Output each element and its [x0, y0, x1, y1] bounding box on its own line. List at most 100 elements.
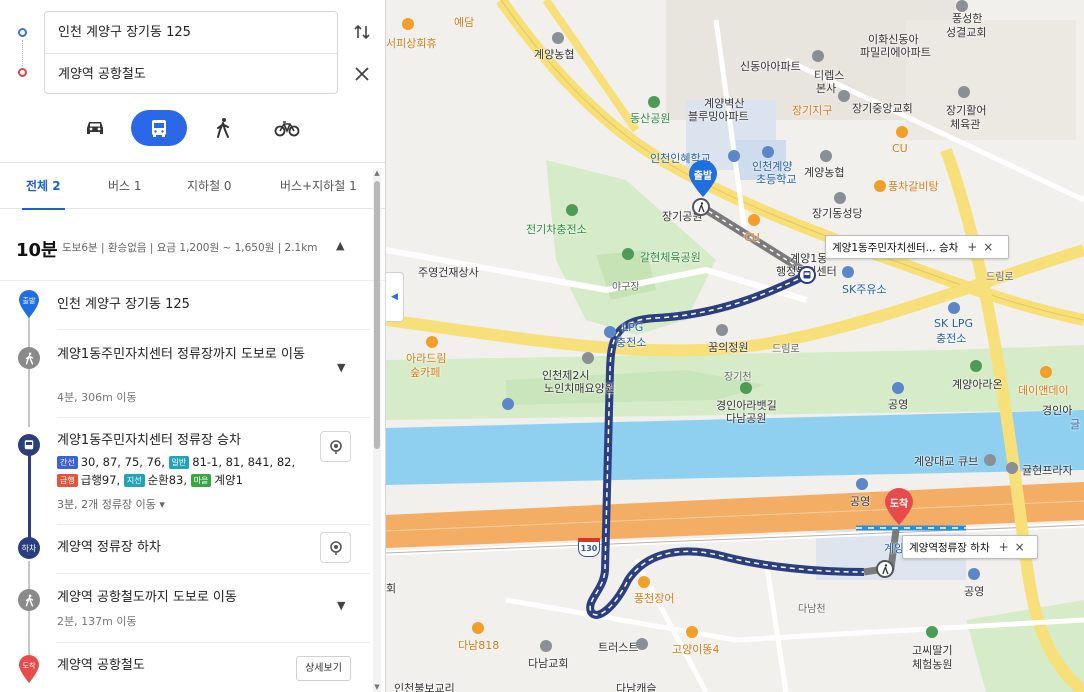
bus-icon	[18, 434, 40, 456]
farm-icon	[926, 626, 938, 638]
school-icon	[728, 150, 740, 162]
general-bus-tag: 일반	[168, 456, 190, 469]
route-summary[interactable]: 10분 도보6분 | 환승없음 | 요금 1,200원 ~ 1,650원 | 2…	[0, 209, 385, 281]
cafe-icon	[686, 626, 698, 638]
tab-bus-subway[interactable]: 버스+지하철 1	[280, 163, 357, 209]
walk-connector	[28, 611, 30, 656]
branch-bus-lines: 순환83,	[147, 473, 188, 487]
map-label: 서피상회휴	[386, 37, 437, 50]
map-label: 체험농원	[912, 658, 953, 671]
map-label: 드림로	[986, 272, 1014, 283]
tab-subway[interactable]: 지하철 0	[187, 163, 232, 209]
tab-bus[interactable]: 버스 1	[108, 163, 142, 209]
map-label: 트러스트	[598, 641, 639, 654]
start-map-pin[interactable]: 출발	[688, 160, 718, 198]
map-label: 동산공원	[630, 112, 671, 125]
step-divider	[57, 524, 370, 525]
restaurant-icon	[638, 576, 650, 588]
location-target-icon	[329, 439, 342, 454]
walk1-sub: 4분, 306m 이동	[57, 391, 137, 404]
start-badge: 출발	[23, 296, 36, 305]
map-label: 갈현체육공원	[640, 251, 701, 264]
bus-stop-marker-icon[interactable]	[798, 266, 816, 284]
map-label: 꿈의정원	[708, 341, 749, 354]
scroll-down-arrow[interactable]: ▼	[374, 683, 380, 691]
chevron-down-icon[interactable]: ▼	[337, 361, 345, 374]
gas-station-icon	[948, 302, 960, 314]
car-mode-button[interactable]	[67, 110, 123, 146]
map-label: 장기천	[724, 372, 752, 383]
walk2-label: 계양역 공항철도까지 도보로 이동	[57, 590, 237, 605]
bus-location-button[interactable]	[320, 431, 351, 462]
plus-icon[interactable]: +	[996, 536, 1012, 558]
end-label: 계양역 공항철도	[57, 658, 145, 673]
walk-start-marker-icon	[692, 198, 710, 216]
destination-dot-icon	[18, 68, 27, 77]
map-label: 글	[1070, 418, 1081, 431]
map-label: 파밀리에아파트	[860, 46, 931, 59]
building-icon	[812, 50, 824, 62]
route-inputs: 인천 계양구 장기동 125 계양역 공항철도	[0, 0, 385, 100]
alight-stop-callout[interactable]: 계양역정류장 하차 + ×	[902, 535, 1038, 559]
alight-label: 계양역 정류장 하차	[57, 540, 161, 555]
plus-icon[interactable]: +	[964, 236, 980, 258]
swap-vertical-icon[interactable]	[350, 20, 374, 44]
tab-all[interactable]: 전체 2	[22, 163, 65, 210]
hospital-icon	[582, 352, 594, 364]
bus-icon	[152, 120, 166, 137]
map-label: 장기동성당	[812, 207, 863, 220]
origin-input[interactable]: 인천 계양구 장기동 125	[45, 12, 337, 53]
bank-icon	[552, 32, 564, 44]
walk-icon	[217, 118, 229, 138]
close-icon[interactable]: ×	[980, 236, 996, 258]
scrollbar-thumb[interactable]	[374, 181, 380, 449]
close-icon[interactable]: ×	[1012, 536, 1028, 558]
car-icon	[87, 122, 103, 134]
park-icon	[622, 248, 634, 260]
map-label: 충전소	[936, 332, 967, 345]
map-label: 초등학교	[756, 173, 797, 186]
chevron-up-icon[interactable]: ▲	[336, 239, 344, 252]
map-label: 풍차갈비탕	[888, 180, 939, 193]
stops-info[interactable]: 3분, 2개 정류장 이동 ▾	[57, 496, 165, 512]
express-bus-lines: 급행97,	[80, 473, 121, 487]
church-icon	[838, 90, 850, 102]
map-label: 본사	[816, 82, 837, 95]
collapse-panel-button[interactable]: ◀	[386, 272, 404, 322]
board-label: 계양1동주민자치센터 정류장 승차	[57, 433, 241, 448]
map-label: 데이앤데이	[1018, 384, 1069, 397]
transit-mode-button[interactable]	[131, 110, 187, 146]
chevron-down-icon[interactable]: ▼	[337, 599, 345, 612]
parking-icon	[968, 568, 980, 580]
camera-icon	[984, 454, 996, 466]
gym-icon	[958, 86, 970, 98]
detail-button[interactable]: 상세보기	[296, 656, 351, 681]
scroll-up-arrow[interactable]: ▲	[374, 169, 380, 177]
alight-badge: 하차	[18, 537, 40, 559]
map-label: 예담	[454, 16, 475, 29]
map-label: 공영	[964, 585, 985, 598]
parking-icon	[502, 398, 514, 410]
destination-input[interactable]: 계양역 공항철도	[45, 53, 337, 94]
total-time: 10분	[16, 240, 58, 261]
directions-panel: 인천 계양구 장기동 125 계양역 공항철도 전체 2 버스 1 지하철 0 …	[0, 0, 386, 692]
church-icon	[956, 0, 968, 12]
garden-icon	[716, 324, 728, 336]
walk2-sub: 2분, 137m 이동	[57, 615, 137, 628]
route-dotted-line	[22, 40, 23, 66]
map-label: 귤현프라자	[1022, 464, 1073, 477]
stop-location-button[interactable]	[320, 532, 351, 563]
map-label: 야구장	[612, 282, 640, 293]
step-divider	[57, 417, 370, 418]
route-filter-tabs: 전체 2 버스 1 지하철 0 버스+지하철 1	[0, 163, 385, 210]
end-badge: 도착	[23, 662, 36, 670]
bike-mode-button[interactable]	[259, 110, 315, 146]
map-view[interactable]: 예담 서피상회휴 계양농협 풍성한 성결교회 이화신동아 파밀리에아파트 신동아…	[386, 0, 1084, 692]
school-icon	[762, 146, 774, 158]
transport-modes	[0, 106, 385, 150]
close-icon[interactable]	[350, 62, 374, 86]
start-pin-icon: 출발	[19, 290, 39, 318]
walk-mode-button[interactable]	[195, 110, 251, 146]
end-map-pin[interactable]: 도착	[884, 488, 914, 526]
board-stop-callout[interactable]: 계양1동주민자치센터... 승차 + ×	[825, 235, 1009, 259]
